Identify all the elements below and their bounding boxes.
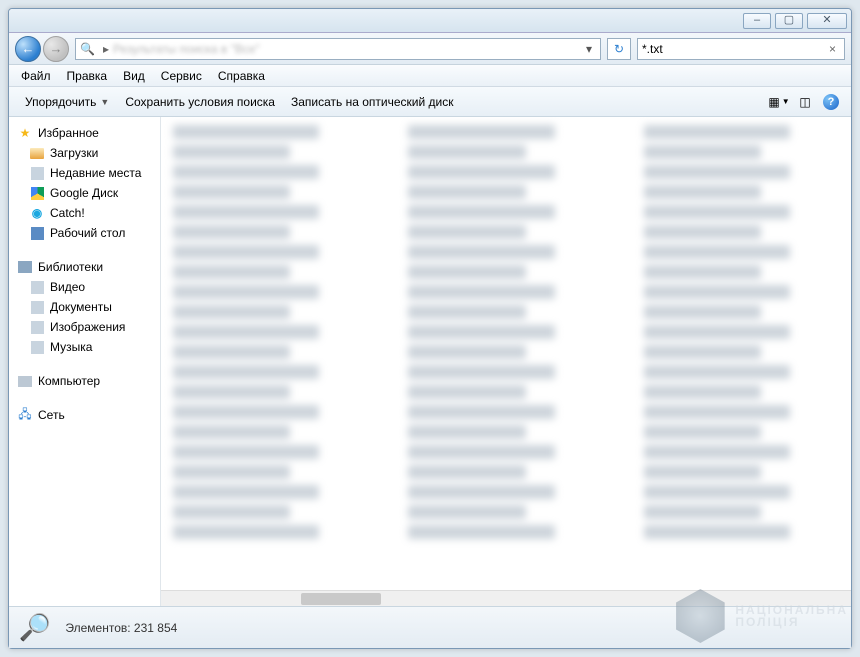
titlebar: – ▢ ✕ xyxy=(9,9,851,33)
clear-search-icon[interactable]: × xyxy=(825,42,840,56)
body: ★ Избранное Загрузки Недавние места Goog… xyxy=(9,117,851,606)
organize-button[interactable]: Упорядочить ▼ xyxy=(17,91,117,113)
desktop-icon xyxy=(29,225,45,241)
sidebar-item-label: Видео xyxy=(50,280,85,294)
statusbar: 🔍 Элементов: 231 854 xyxy=(9,606,851,648)
file-list-area[interactable] xyxy=(161,117,851,606)
sidebar-item-label: Google Диск xyxy=(50,186,118,200)
chevron-down-icon: ▼ xyxy=(100,97,109,107)
sidebar: ★ Избранное Загрузки Недавние места Goog… xyxy=(9,117,161,606)
address-dropdown[interactable]: ▾ xyxy=(582,42,596,56)
sidebar-item-recent[interactable]: Недавние места xyxy=(9,163,160,183)
explorer-window: – ▢ ✕ ← → 🔍 ▸ Результаты поиска в "Все" … xyxy=(8,8,852,649)
forward-button[interactable]: → xyxy=(43,36,69,62)
music-icon xyxy=(29,339,45,355)
menubar: Файл Правка Вид Сервис Справка xyxy=(9,65,851,87)
toolbar: Упорядочить ▼ Сохранить условия поиска З… xyxy=(9,87,851,117)
google-drive-icon xyxy=(29,185,45,201)
folder-icon xyxy=(29,145,45,161)
catch-icon: ◉ xyxy=(29,205,45,221)
sidebar-item-label: Рабочий стол xyxy=(50,226,125,240)
help-button[interactable]: ? xyxy=(819,91,843,113)
menu-file[interactable]: Файл xyxy=(13,67,59,85)
sidebar-item-label: Изображения xyxy=(50,320,125,334)
refresh-button[interactable]: ↻ xyxy=(607,38,631,60)
menu-help[interactable]: Справка xyxy=(210,67,273,85)
breadcrumb-separator: ▸ xyxy=(103,42,109,56)
sidebar-item-label: Загрузки xyxy=(50,146,98,160)
network-icon: 🖧 xyxy=(17,407,33,423)
documents-icon xyxy=(29,299,45,315)
sidebar-item-pictures[interactable]: Изображения xyxy=(9,317,160,337)
search-input[interactable] xyxy=(642,42,825,56)
sidebar-item-label: Недавние места xyxy=(50,166,141,180)
address-bar[interactable]: 🔍 ▸ Результаты поиска в "Все" ▾ xyxy=(75,38,601,60)
search-icon: 🔍 xyxy=(80,42,95,56)
sidebar-item-downloads[interactable]: Загрузки xyxy=(9,143,160,163)
view-options-button[interactable]: ▦ ▼ xyxy=(767,91,791,113)
library-icon xyxy=(17,259,33,275)
organize-label: Упорядочить xyxy=(25,95,96,109)
chevron-down-icon: ▼ xyxy=(782,97,790,106)
search-box[interactable]: × xyxy=(637,38,845,60)
star-icon: ★ xyxy=(17,125,33,141)
sidebar-item-label: Музыка xyxy=(50,340,92,354)
menu-edit[interactable]: Правка xyxy=(59,67,116,85)
maximize-button[interactable]: ▢ xyxy=(775,13,803,29)
sidebar-network-label: Сеть xyxy=(38,408,65,422)
menu-tools[interactable]: Сервис xyxy=(153,67,210,85)
sidebar-favorites[interactable]: ★ Избранное xyxy=(9,123,160,143)
sidebar-item-catch[interactable]: ◉ Catch! xyxy=(9,203,160,223)
sidebar-favorites-label: Избранное xyxy=(38,126,99,140)
pane-icon: ◫ xyxy=(799,95,810,109)
horizontal-scrollbar[interactable] xyxy=(161,590,851,606)
video-icon xyxy=(29,279,45,295)
sidebar-item-music[interactable]: Музыка xyxy=(9,337,160,357)
save-search-button[interactable]: Сохранить условия поиска xyxy=(117,91,283,113)
sidebar-item-documents[interactable]: Документы xyxy=(9,297,160,317)
sidebar-network[interactable]: 🖧 Сеть xyxy=(9,405,160,425)
sidebar-item-desktop[interactable]: Рабочий стол xyxy=(9,223,160,243)
sidebar-item-video[interactable]: Видео xyxy=(9,277,160,297)
sidebar-item-label: Документы xyxy=(50,300,112,314)
menu-view[interactable]: Вид xyxy=(115,67,153,85)
sidebar-item-label: Catch! xyxy=(50,206,85,220)
sidebar-computer-label: Компьютер xyxy=(38,374,100,388)
computer-icon xyxy=(17,373,33,389)
back-button[interactable]: ← xyxy=(15,36,41,62)
minimize-button[interactable]: – xyxy=(743,13,771,29)
magnifier-icon: 🔍 xyxy=(19,612,51,643)
status-text: Элементов: 231 854 xyxy=(65,621,177,635)
sidebar-libraries-label: Библиотеки xyxy=(38,260,103,274)
address-text: Результаты поиска в "Все" xyxy=(113,42,260,56)
sidebar-computer[interactable]: Компьютер xyxy=(9,371,160,391)
close-button[interactable]: ✕ xyxy=(807,13,847,29)
help-icon: ? xyxy=(823,94,839,110)
navbar: ← → 🔍 ▸ Результаты поиска в "Все" ▾ ↻ × xyxy=(9,33,851,65)
sidebar-libraries[interactable]: Библиотеки xyxy=(9,257,160,277)
view-grid-icon: ▦ xyxy=(768,95,779,109)
scrollbar-thumb[interactable] xyxy=(301,593,381,605)
search-results-blurred xyxy=(161,117,851,606)
folder-icon xyxy=(29,165,45,181)
preview-pane-button[interactable]: ◫ xyxy=(793,91,817,113)
pictures-icon xyxy=(29,319,45,335)
sidebar-item-gdrive[interactable]: Google Диск xyxy=(9,183,160,203)
burn-disc-button[interactable]: Записать на оптический диск xyxy=(283,91,462,113)
